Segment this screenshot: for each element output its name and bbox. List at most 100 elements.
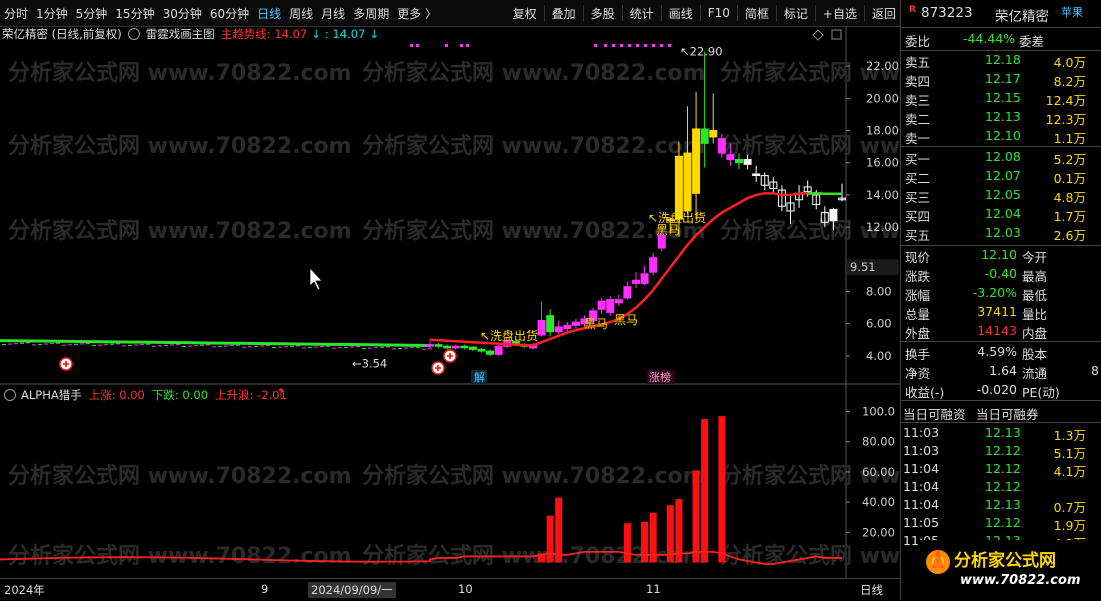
history-candle (80, 343, 84, 344)
signal-dot (460, 44, 463, 47)
history-candle (134, 345, 138, 346)
annotation-label: 黑马 (584, 317, 608, 331)
history-candle (260, 345, 264, 346)
x-label-oct: 10 (458, 582, 473, 596)
history-candle (416, 347, 420, 348)
candle-body (718, 139, 725, 153)
history-candle (278, 347, 282, 348)
bid-volume: 2.6万 (1054, 225, 1086, 244)
history-candle (302, 347, 306, 348)
stat-label: 涨跌 (905, 266, 930, 285)
y-tick-label: 16.00 (866, 156, 899, 170)
history-candle (392, 348, 396, 349)
bid-label: 买四 (905, 206, 930, 225)
ask-price: 12.13 (985, 109, 1021, 124)
alpha-bar (547, 516, 554, 563)
candle-body (461, 346, 468, 348)
candle (478, 348, 485, 353)
stat-label-2: 今开 (1022, 247, 1047, 266)
signal-dot (604, 44, 607, 47)
candle-body (744, 160, 751, 165)
history-candle (86, 343, 90, 344)
candle (650, 253, 657, 276)
diamond-icon (813, 30, 823, 40)
candle (538, 301, 545, 336)
stat-label-2: 最高 (1022, 266, 1047, 285)
watermark-text: 分析家公式网 www.70822.com (8, 543, 352, 569)
history-candle (272, 347, 276, 348)
signal-dot (660, 44, 663, 47)
extra-value: -0.020 (977, 382, 1017, 397)
alpha-bar (641, 522, 648, 563)
ask-price: 12.17 (985, 71, 1021, 86)
history-candle (368, 348, 372, 349)
candle (778, 185, 785, 211)
candle (753, 166, 760, 182)
candle (761, 172, 768, 190)
history-candle (224, 346, 228, 347)
weibi-label: 委比 (905, 31, 930, 50)
signal-dot (445, 44, 448, 47)
history-candle (356, 346, 360, 347)
margin-tab-short[interactable]: 当日可融券 (976, 404, 1039, 423)
candle-body (598, 301, 605, 309)
watermark-text: 分析家公式网 www.70822.com (8, 218, 352, 244)
history-candle (38, 344, 42, 345)
maximize-icon (832, 30, 841, 39)
history-candle (230, 345, 234, 346)
candle (607, 296, 614, 315)
tick-volume: 5.1万 (1054, 443, 1086, 462)
history-candle (68, 344, 72, 345)
candle-body (710, 131, 717, 137)
high-price-label: ↖22.90 (680, 45, 723, 59)
stat-value: -0.40 (985, 266, 1017, 281)
candle-body (753, 174, 760, 176)
signal-dot (416, 44, 419, 47)
margin-tab-finance[interactable]: 当日可融资 (903, 404, 966, 423)
history-candle (122, 345, 126, 346)
alpha-bar (624, 523, 631, 562)
stat-value: 37411 (977, 304, 1017, 319)
signal-dot (668, 44, 671, 47)
history-candle (32, 344, 36, 345)
tick-price: 12.13 (985, 497, 1021, 512)
candle (693, 92, 700, 219)
candle (615, 295, 622, 306)
candle (452, 345, 459, 350)
bid-price: 12.05 (985, 187, 1021, 202)
stat-label: 涨幅 (905, 285, 930, 304)
sub-y-tick-label: 80.00 (862, 435, 895, 449)
bid-label: 买三 (905, 187, 930, 206)
badge-rank: 涨榜 (649, 370, 671, 384)
x-label-sep: 9 (261, 582, 268, 596)
tick-time: 11:04 (903, 461, 939, 476)
stat-label-2: 内盘 (1022, 323, 1047, 342)
watermark-text: 分析家公式网 www.70822.com (362, 463, 706, 489)
tick-volume: 1.3万 (1054, 425, 1086, 444)
tick-time: 11:05 (903, 515, 939, 530)
ask-volume: 12.3万 (1046, 109, 1086, 128)
candle (435, 343, 442, 348)
sub-indicator-name[interactable]: ALPHA猎手 (21, 387, 82, 403)
y-tick-label: 18.00 (866, 124, 899, 138)
history-candle (332, 348, 336, 349)
history-candle (176, 344, 180, 345)
x-label-nov: 11 (646, 582, 661, 596)
history-candle (2, 344, 6, 345)
kline-chart[interactable]: 分析家公式网 www.70822.com 分析家公式网 www.70822.com… (0, 0, 900, 578)
candle (796, 185, 803, 208)
bid-label: 买一 (905, 149, 930, 168)
history-candle (308, 347, 312, 348)
history-candle (170, 344, 174, 345)
ask-volume: 1.1万 (1054, 128, 1086, 147)
watermark-text: 分析家公式网 www.70822.com (362, 60, 706, 86)
sub-settings-gear-icon[interactable] (4, 389, 16, 401)
stock-name: 荣亿精密 (995, 5, 1049, 25)
stock-tag[interactable]: 苹果 (1061, 4, 1083, 20)
history-candle (362, 348, 366, 349)
candle-body (564, 325, 571, 328)
site-logo: 分析家公式网 www.70822.com (918, 540, 1098, 596)
history-candle (320, 346, 324, 347)
x-period-label[interactable]: 日线 (860, 582, 883, 598)
candle-body (555, 327, 562, 332)
